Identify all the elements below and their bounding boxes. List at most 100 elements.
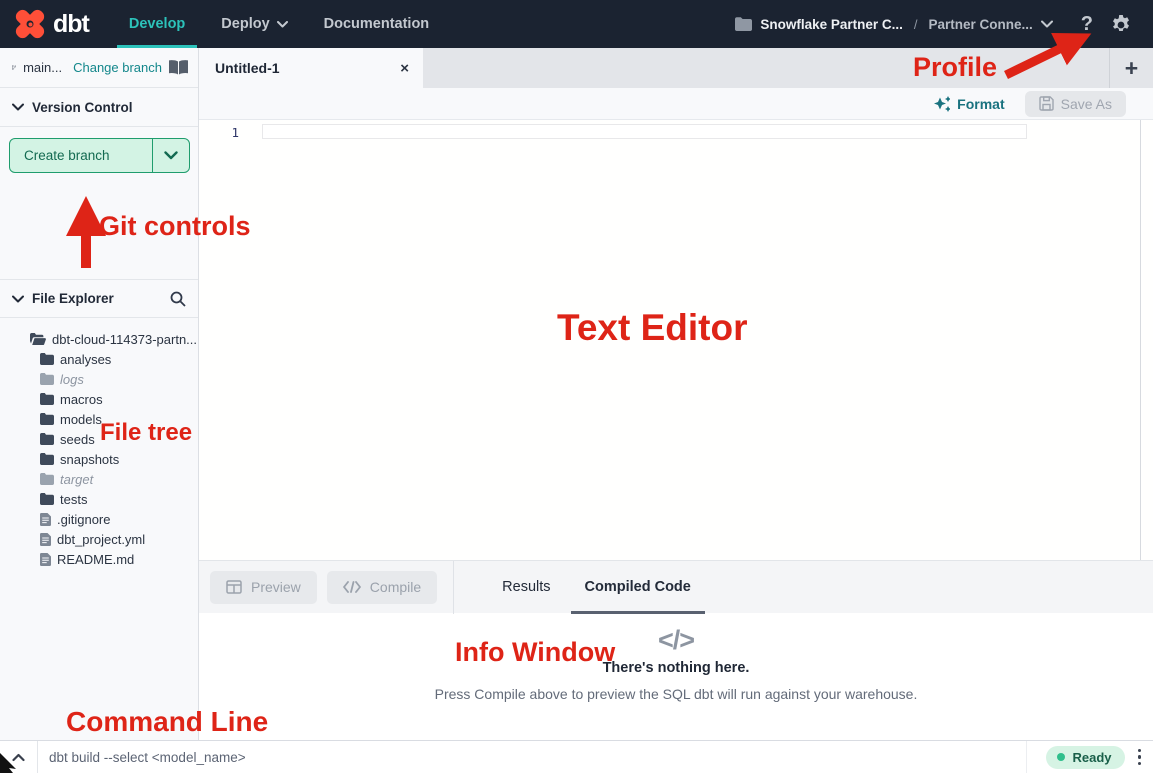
file-tree: dbt-cloud-114373-partn... analyses logs mac… <box>0 318 198 569</box>
folder-dbt-cloud-114373-partn-[interactable]: dbt-cloud-114373-partn... <box>0 329 198 349</box>
file--gitignore[interactable]: .gitignore <box>0 509 198 529</box>
file-icon <box>40 533 51 546</box>
create-branch-label[interactable]: Create branch <box>10 139 153 172</box>
folder-analyses[interactable]: analyses <box>0 349 198 369</box>
preview-button[interactable]: Preview <box>210 571 317 604</box>
folder-macros[interactable]: macros <box>0 389 198 409</box>
version-control-body: Create branch <box>0 127 198 279</box>
tab-untitled-1[interactable]: Untitled-1 × <box>199 48 423 88</box>
panel-tab-results[interactable]: Results <box>500 561 552 614</box>
create-branch-caret[interactable] <box>153 139 189 172</box>
breadcrumb-project: Partner Conne... <box>929 17 1033 32</box>
nav-item-documentation[interactable]: Documentation <box>306 0 448 48</box>
text-editor[interactable]: 1 <box>199 120 1153 560</box>
ready-label: Ready <box>1072 750 1111 765</box>
navbar-right: Snowflake Partner C... / Partner Conne..… <box>735 0 1153 48</box>
tree-item-label: dbt_project.yml <box>57 532 145 547</box>
change-branch-link[interactable]: Change branch <box>73 60 162 75</box>
nav-item-label: Deploy <box>221 16 269 32</box>
compile-button[interactable]: Compile <box>327 571 437 604</box>
tree-item-label: models <box>60 412 102 427</box>
file-dbt-project-yml[interactable]: dbt_project.yml <box>0 529 198 549</box>
help-icon[interactable]: ? <box>1081 13 1093 36</box>
folder-icon <box>40 453 54 465</box>
version-control-header[interactable]: Version Control <box>0 88 198 127</box>
tree-item-label: analyses <box>60 352 111 367</box>
format-button[interactable]: Format <box>934 96 1004 112</box>
main-nav: Develop Deploy Documentation <box>111 0 447 48</box>
nav-item-label: Develop <box>129 16 185 32</box>
dbt-logo-text: dbt <box>53 10 89 39</box>
folder-icon <box>40 433 54 445</box>
folder-tests[interactable]: tests <box>0 489 198 509</box>
status-dot <box>1057 753 1065 761</box>
folder-snapshots[interactable]: snapshots <box>0 449 198 469</box>
new-tab-button[interactable]: + <box>1109 48 1153 88</box>
dbt-logo-icon <box>14 8 46 40</box>
tab-label: Untitled-1 <box>215 60 280 76</box>
settings-gear-icon[interactable] <box>1111 14 1131 34</box>
panel-tabs: Results Compiled Code <box>470 561 693 614</box>
plus-icon: + <box>1125 57 1138 80</box>
kebab-menu-icon[interactable] <box>1138 749 1142 766</box>
folder-models[interactable]: models <box>0 409 198 429</box>
panel-tab-compiled-code[interactable]: Compiled Code <box>583 561 693 614</box>
expand-chevron-up-icon[interactable] <box>0 753 37 762</box>
info-window: </> There's nothing here. Press Compile … <box>199 613 1153 740</box>
folder-seeds[interactable]: seeds <box>0 429 198 449</box>
search-icon[interactable] <box>170 291 186 307</box>
folder-icon <box>40 373 54 385</box>
active-line-highlight <box>262 124 1027 139</box>
folder-logs[interactable]: logs <box>0 369 198 389</box>
nav-item-label: Documentation <box>324 16 430 32</box>
bottom-panel-header: Preview Compile Results Compiled Code <box>199 560 1153 613</box>
folder-target[interactable]: target <box>0 469 198 489</box>
tree-item-label: tests <box>60 492 87 507</box>
docs-book-icon[interactable] <box>169 60 188 75</box>
folder-icon <box>735 17 752 31</box>
branch-row: main... Change branch <box>0 48 198 88</box>
file-icon <box>40 513 51 526</box>
nav-item-develop[interactable]: Develop <box>111 0 203 48</box>
file-icon <box>40 553 51 566</box>
editor-tabbar: Untitled-1 × + <box>199 48 1153 88</box>
command-input[interactable]: dbt build --select <model_name> <box>49 750 1026 765</box>
command-line-bar: dbt build --select <model_name> Ready <box>0 740 1153 773</box>
chevron-down-icon <box>12 103 24 111</box>
file-explorer-title: File Explorer <box>32 291 114 306</box>
create-branch-button[interactable]: Create branch <box>9 138 190 173</box>
empty-state-title: There's nothing here. <box>603 660 750 676</box>
chevron-down-icon <box>12 295 24 303</box>
project-breadcrumb[interactable]: Snowflake Partner C... / Partner Conne..… <box>735 17 1052 32</box>
file-explorer-header[interactable]: File Explorer <box>0 279 198 318</box>
chevron-down-icon <box>277 21 288 28</box>
tree-item-label: README.md <box>57 552 134 567</box>
tab-close-icon[interactable]: × <box>400 61 409 76</box>
tree-item-label: logs <box>60 372 84 387</box>
table-icon <box>226 580 242 594</box>
save-icon <box>1039 96 1054 111</box>
empty-state-subtitle: Press Compile above to preview the SQL d… <box>435 686 918 702</box>
editor-pane: Untitled-1 × + Format Save As 1 <box>199 48 1153 740</box>
dbt-logo[interactable]: dbt <box>0 0 111 48</box>
statusbar-divider-right <box>1026 741 1027 773</box>
save-as-button[interactable]: Save As <box>1025 91 1126 117</box>
version-control-title: Version Control <box>32 100 133 115</box>
git-branch-icon <box>12 60 16 75</box>
nav-item-deploy[interactable]: Deploy <box>203 0 305 48</box>
folder-open-icon <box>30 333 46 345</box>
tree-item-label: snapshots <box>60 452 119 467</box>
file-readme-md[interactable]: README.md <box>0 549 198 569</box>
branch-name: main... <box>23 60 62 75</box>
compile-label: Compile <box>370 579 421 595</box>
format-label: Format <box>957 96 1004 112</box>
tree-item-label: target <box>60 472 93 487</box>
preview-label: Preview <box>251 579 301 595</box>
panel-divider <box>453 561 454 614</box>
breadcrumb-account: Snowflake Partner C... <box>760 17 903 32</box>
folder-icon <box>40 413 54 425</box>
chevron-down-icon <box>1041 20 1053 28</box>
code-icon <box>343 581 361 593</box>
ready-status-badge: Ready <box>1046 746 1124 769</box>
statusbar-divider <box>37 741 38 773</box>
